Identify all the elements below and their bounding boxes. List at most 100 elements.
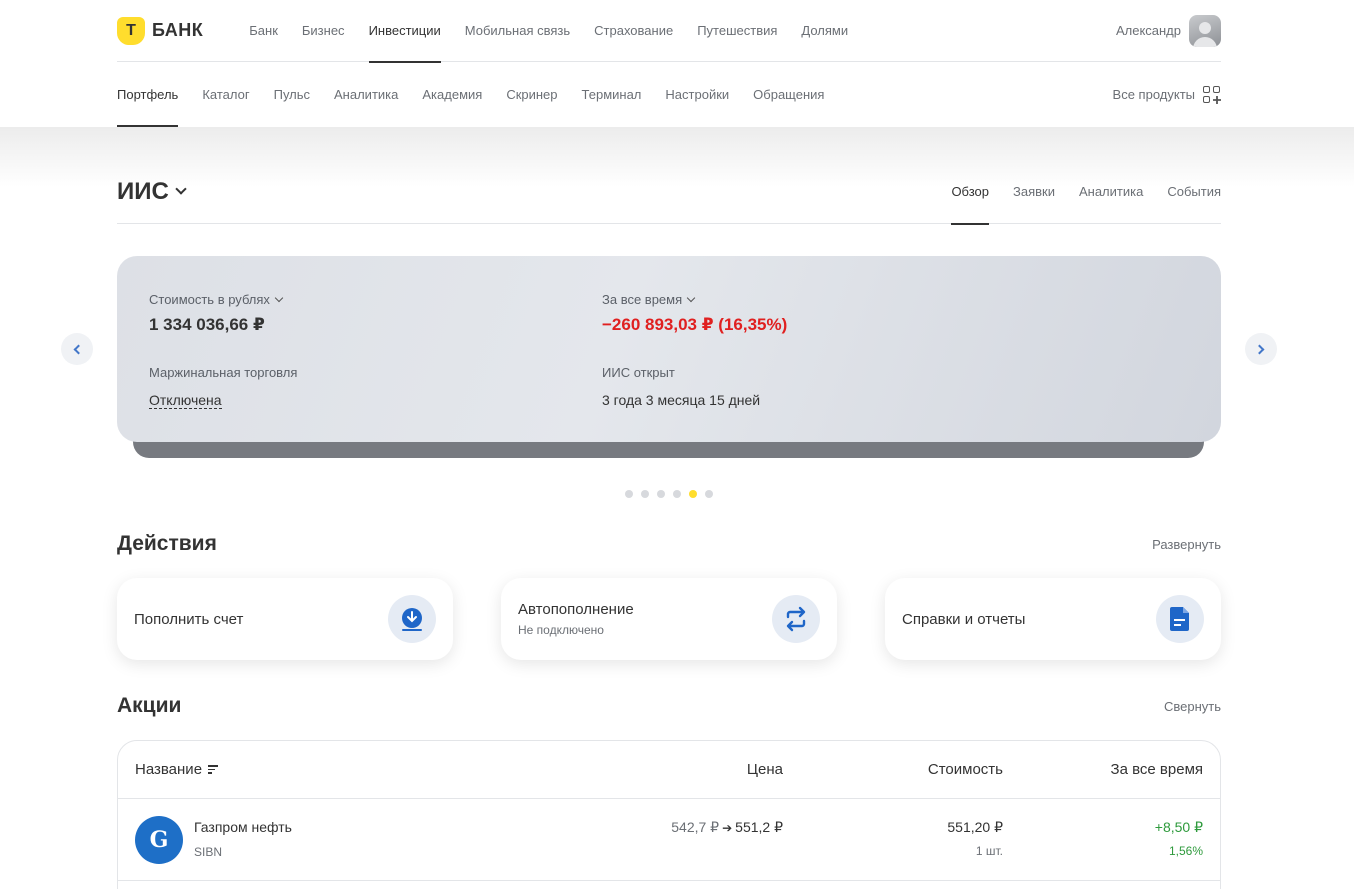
table-row[interactable]: G Газпром нефть SIBN 542,7 ₽ ➔ 551,2 ₽ 5… [118, 799, 1220, 881]
opened-label: ИИС открыт [602, 365, 675, 380]
position-qty: 1 шт. [975, 844, 1003, 858]
carousel-dot[interactable] [689, 490, 697, 498]
action-text: Пополнить счет [134, 611, 243, 628]
all-products-label: Все продукты [1112, 87, 1195, 102]
position-change: +8,50 ₽ [1154, 819, 1203, 835]
column-header-price[interactable]: Цена [747, 761, 783, 778]
chevron-down-icon [686, 293, 696, 302]
carousel-dots [625, 490, 713, 498]
carousel-dot[interactable] [673, 490, 681, 498]
summary-card: Стоимость в рублях 1 334 036,66 ₽ За все… [117, 256, 1221, 442]
actions-list: Пополнить счет Автопополнение Не подключ… [117, 578, 1221, 660]
carousel-dot[interactable] [705, 490, 713, 498]
tab-analytics[interactable]: Аналитика [334, 62, 398, 127]
position-change-pct: 1,56% [1168, 844, 1203, 858]
menu-item-business[interactable]: Бизнес [302, 0, 345, 62]
collapse-link[interactable]: Свернуть [1164, 699, 1221, 714]
column-header-value[interactable]: Стоимость [928, 761, 1003, 778]
user-name: Александр [1115, 23, 1181, 38]
tab-portfolio[interactable]: Портфель [117, 62, 179, 127]
chevron-down-icon [175, 183, 187, 195]
top-up-button[interactable]: Пополнить счет [117, 578, 453, 660]
auto-top-up-button[interactable]: Автопополнение Не подключено [501, 578, 837, 660]
reports-button[interactable]: Справки и отчеты [885, 578, 1221, 660]
expand-link[interactable]: Развернуть [1152, 537, 1221, 552]
stock-name: Газпром нефть [194, 819, 292, 835]
tab-events[interactable]: События [1167, 160, 1221, 224]
value-selector[interactable]: Стоимость в рублях [149, 292, 284, 307]
stock-ticker: SIBN [194, 845, 223, 859]
action-text: Автопополнение Не подключено [518, 601, 634, 637]
chevron-down-icon [274, 293, 284, 302]
avatar[interactable] [1189, 14, 1221, 47]
download-icon [388, 595, 436, 643]
tab-screener[interactable]: Скринер [506, 62, 557, 127]
margin-toggle-link[interactable]: Отключена [149, 392, 222, 409]
arrow-right-icon: ➔ [722, 820, 733, 835]
tab-orders[interactable]: Заявки [1013, 160, 1055, 224]
refresh-icon [772, 595, 820, 643]
carousel-prev-button[interactable] [61, 333, 93, 365]
opened-block: ИИС открыт 3 года 3 месяца 15 дней [602, 365, 760, 408]
price-to: 551,2 ₽ [735, 819, 783, 835]
account-tabs: Обзор Заявки Аналитика События [927, 160, 1221, 225]
period-label: За все время [602, 292, 683, 307]
tab-overview[interactable]: Обзор [951, 160, 989, 225]
menu-item-insurance[interactable]: Страхование [594, 0, 673, 62]
sort-icon [208, 765, 219, 774]
action-title: Пополнить счет [134, 610, 244, 628]
position-value: 551,20 ₽ [947, 819, 1003, 835]
tab-academy[interactable]: Академия [422, 62, 482, 127]
main-menu: Банк Бизнес Инвестиции Мобильная связь С… [249, 0, 872, 63]
column-header-change[interactable]: За все время [1111, 761, 1203, 778]
sub-nav: Портфель Каталог Пульс Аналитика Академи… [117, 62, 1221, 127]
actions-header: Действия Развернуть [117, 530, 1221, 558]
margin-label: Маржинальная торговля [149, 365, 298, 380]
gazprom-neft-logo-icon: G [135, 816, 183, 864]
action-text: Справки и отчеты [902, 611, 1025, 628]
account-title: ИИС [117, 177, 169, 205]
account-header: ИИС Обзор Заявки Аналитика События [117, 160, 1221, 225]
menu-item-travel[interactable]: Путешествия [697, 0, 777, 62]
tab-catalog[interactable]: Каталог [202, 62, 249, 127]
carousel-dot[interactable] [657, 490, 665, 498]
portfolio-value: 1 334 036,66 ₽ [149, 315, 265, 334]
stocks-title: Акции [117, 694, 182, 717]
period-selector[interactable]: За все время [602, 292, 787, 307]
action-subtitle: Не подключено [518, 623, 604, 637]
stocks-header: Акции Свернуть [117, 692, 1221, 720]
top-nav: Т БАНК Банк Бизнес Инвестиции Мобильная … [117, 0, 1221, 63]
menu-item-installments[interactable]: Долями [801, 0, 848, 62]
price-cell: 542,7 ₽ ➔ 551,2 ₽ [671, 819, 783, 836]
tab-settings[interactable]: Настройки [665, 62, 729, 127]
value-cell: 551,20 ₽ 1 шт. [947, 819, 1003, 858]
margin-block: Маржинальная торговля Отключена [149, 365, 297, 410]
tab-terminal[interactable]: Терминал [582, 62, 642, 127]
user-menu[interactable]: Александр [1115, 14, 1221, 47]
value-label: Стоимость в рублях [149, 292, 270, 307]
carousel-dot[interactable] [641, 490, 649, 498]
carousel-next-button[interactable] [1245, 333, 1277, 365]
menu-item-investments[interactable]: Инвестиции [368, 0, 441, 63]
column-header-name: Название [135, 761, 203, 778]
grid-plus-icon [1203, 85, 1221, 104]
price-from: 542,7 ₽ [671, 819, 720, 835]
tab-pulse[interactable]: Пульс [274, 62, 310, 127]
account-selector[interactable]: ИИС [117, 177, 187, 206]
opened-value: 3 года 3 месяца 15 дней [602, 392, 761, 408]
action-title: Автопополнение [518, 601, 634, 618]
carousel-dot[interactable] [625, 490, 633, 498]
menu-item-bank[interactable]: Банк [249, 0, 278, 62]
chevron-left-icon [73, 344, 84, 354]
period-change: −260 893,03 ₽ (16,35%) [602, 315, 788, 334]
menu-item-mobile[interactable]: Мобильная связь [465, 0, 570, 62]
tab-requests[interactable]: Обращения [753, 62, 824, 127]
actions-title: Действия [117, 532, 217, 555]
all-products-button[interactable]: Все продукты [1112, 85, 1221, 104]
bank-logo[interactable]: Т БАНК [117, 16, 203, 45]
change-cell: +8,50 ₽ 1,56% [1155, 819, 1203, 858]
column-name-sort[interactable]: Название [135, 761, 219, 778]
investments-menu: Портфель Каталог Пульс Аналитика Академи… [117, 62, 848, 127]
tab-account-analytics[interactable]: Аналитика [1079, 160, 1143, 224]
period-block: За все время −260 893,03 ₽ (16,35%) [602, 292, 787, 335]
